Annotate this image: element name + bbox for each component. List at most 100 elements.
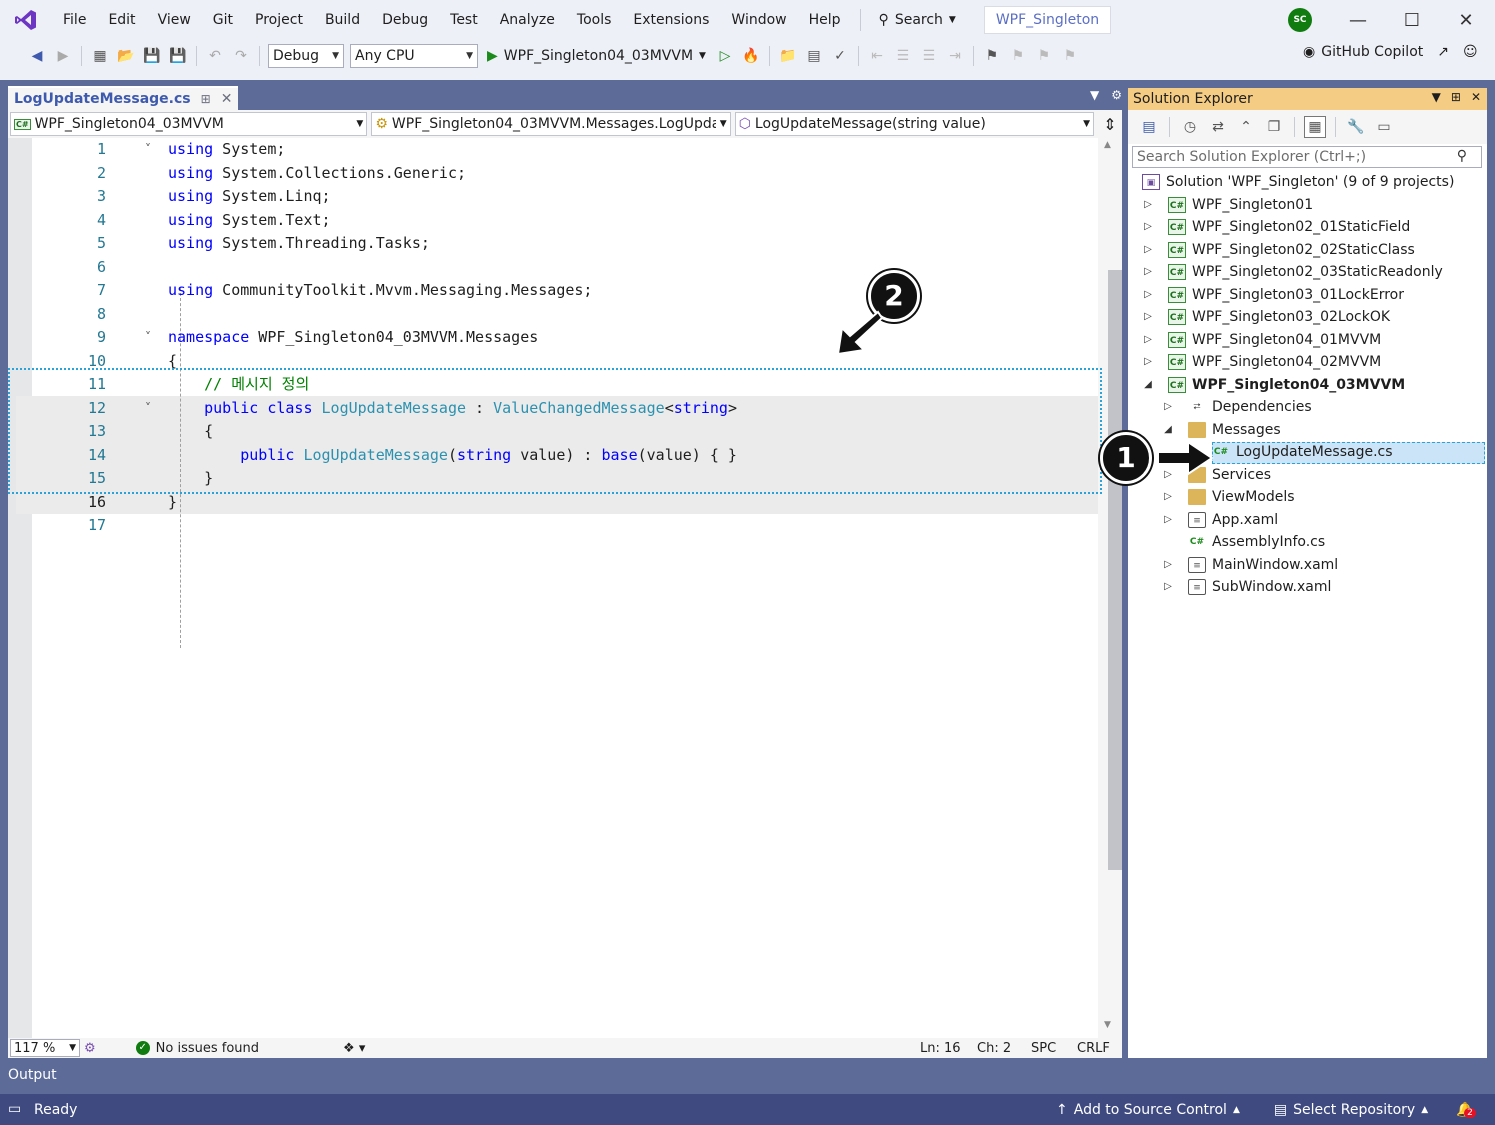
- code-line[interactable]: 9 ˅ namespace WPF_Singleton04_03MVVM.Messa…: [32, 326, 1098, 350]
- menu-test[interactable]: Test: [439, 0, 489, 40]
- project-dropdown[interactable]: C# WPF_Singleton04_03MVVM ▼: [10, 112, 368, 136]
- code-line[interactable]: 7 using CommunityToolkit.Mvvm.Messaging.M…: [32, 279, 1098, 303]
- code-text-area[interactable]: 1 ˅ using System; 2 using System.Collections…: [16, 138, 1100, 1038]
- close-window-button[interactable]: ✕: [1439, 0, 1493, 40]
- expand-arrow-icon[interactable]: ▷: [1142, 306, 1154, 329]
- copy-icon[interactable]: ❐: [1263, 116, 1285, 138]
- code-line[interactable]: 2 using System.Collections.Generic;: [32, 162, 1098, 186]
- undo-icon[interactable]: ↶: [204, 45, 226, 67]
- tree-project-active[interactable]: ◢ C# WPF_Singleton04_03MVVM: [1128, 374, 1487, 397]
- code-line[interactable]: 16}: [32, 491, 1098, 515]
- scrollbar-thumb[interactable]: [1108, 270, 1122, 870]
- code-line[interactable]: 8: [32, 303, 1098, 327]
- collapse-all-icon[interactable]: ⌃: [1235, 116, 1257, 138]
- menu-tools[interactable]: Tools: [566, 0, 623, 40]
- new-project-icon[interactable]: ▦: [89, 45, 111, 67]
- code-cleanup-icon[interactable]: ❖ ▾: [343, 1041, 365, 1056]
- menu-project[interactable]: Project: [244, 0, 314, 40]
- close-icon[interactable]: ✕: [221, 91, 233, 107]
- column-number[interactable]: Ch: 2: [977, 1041, 1011, 1056]
- wrench-icon[interactable]: 🔧: [1345, 116, 1367, 138]
- code-line[interactable]: 1 ˅ using System;: [32, 138, 1098, 162]
- history-icon[interactable]: ◷: [1179, 116, 1201, 138]
- expand-arrow-icon[interactable]: ▷: [1162, 576, 1174, 599]
- tree-project[interactable]: ▷ C# WPF_Singleton02_03StaticReadonly: [1128, 261, 1487, 284]
- redo-icon[interactable]: ↷: [230, 45, 252, 67]
- code-line[interactable]: 17: [32, 514, 1098, 538]
- expand-arrow-icon[interactable]: ▷: [1142, 194, 1154, 217]
- tree-project[interactable]: ▷ C# WPF_Singleton03_02LockOK: [1128, 306, 1487, 329]
- add-to-source-control-button[interactable]: Add to Source Control: [1074, 1102, 1227, 1118]
- clear-bookmarks-icon[interactable]: ⚑: [1059, 45, 1081, 67]
- maximize-button[interactable]: ☐: [1385, 0, 1439, 40]
- solution-search-input[interactable]: Search Solution Explorer (Ctrl+;) ⚲: [1132, 146, 1482, 168]
- member-dropdown[interactable]: ⬡ LogUpdateMessage(string value) ▼: [734, 112, 1095, 136]
- tree-item[interactable]: ▷ ⮂ Dependencies: [1128, 396, 1487, 419]
- code-line[interactable]: 6: [32, 256, 1098, 280]
- save-icon[interactable]: 💾: [141, 45, 163, 67]
- collapse-arrow-icon[interactable]: ◢: [1162, 419, 1174, 442]
- tree-project[interactable]: ▷ C# WPF_Singleton02_02StaticClass: [1128, 239, 1487, 262]
- expand-arrow-icon[interactable]: ▷: [1162, 554, 1174, 577]
- whitespace-mode[interactable]: SPC: [1031, 1041, 1056, 1056]
- preview-icon[interactable]: ▭: [1373, 116, 1395, 138]
- navigate-back-icon[interactable]: ◀: [26, 45, 48, 67]
- switch-views-icon[interactable]: ▤: [1138, 116, 1160, 138]
- fold-chevron-icon[interactable]: ˅: [140, 138, 156, 162]
- sync-icon[interactable]: ⇄: [1207, 116, 1229, 138]
- prev-bookmark-icon[interactable]: ⚑: [1007, 45, 1029, 67]
- spell-check-icon[interactable]: ✓: [829, 45, 851, 67]
- menu-debug[interactable]: Debug: [371, 0, 439, 40]
- expand-arrow-icon[interactable]: ▷: [1142, 329, 1154, 352]
- collapse-arrow-icon[interactable]: ◢: [1142, 374, 1154, 397]
- start-without-debugging-icon[interactable]: ▷: [714, 45, 736, 67]
- expand-arrow-icon[interactable]: ▷: [1142, 284, 1154, 307]
- expand-arrow-icon[interactable]: ▷: [1162, 486, 1174, 509]
- tree-project[interactable]: ▷ C# WPF_Singleton02_01StaticField: [1128, 216, 1487, 239]
- layout-icon[interactable]: ▤: [803, 45, 825, 67]
- pin-icon[interactable]: ⊞: [201, 92, 211, 106]
- menu-build[interactable]: Build: [314, 0, 371, 40]
- expand-arrow-icon[interactable]: ▷: [1142, 239, 1154, 262]
- scroll-up-icon[interactable]: ▲: [1104, 140, 1111, 150]
- menu-edit[interactable]: Edit: [97, 0, 146, 40]
- chevron-down-icon[interactable]: ▼: [1432, 90, 1441, 104]
- code-line[interactable]: 4 using System.Text;: [32, 209, 1098, 233]
- tree-item[interactable]: ▷ ≡ SubWindow.xaml: [1128, 576, 1487, 599]
- expand-arrow-icon[interactable]: ▷: [1162, 396, 1174, 419]
- split-editor-icon[interactable]: ⇕: [1098, 115, 1122, 134]
- tree-item[interactable]: ▷ ≡ MainWindow.xaml: [1128, 554, 1487, 577]
- menu-analyze[interactable]: Analyze: [489, 0, 566, 40]
- menu-help[interactable]: Help: [798, 0, 852, 40]
- comment-icon[interactable]: ☰: [892, 45, 914, 67]
- fold-chevron-icon[interactable]: ˅: [140, 326, 156, 350]
- tab-logupdatemessage-cs[interactable]: LogUpdateMessage.cs ⊞ ✕: [8, 86, 239, 110]
- tree-item[interactable]: C# AssemblyInfo.cs: [1128, 531, 1487, 554]
- menu-file[interactable]: File: [52, 0, 97, 40]
- platform-select[interactable]: Any CPU ▼: [350, 44, 478, 68]
- tree-solution[interactable]: ▣ Solution 'WPF_Singleton' (9 of 9 projec…: [1128, 171, 1487, 194]
- chevron-down-icon[interactable]: ▼: [1090, 88, 1099, 102]
- open-folder-icon[interactable]: 📂: [115, 45, 137, 67]
- menu-extensions[interactable]: Extensions: [622, 0, 720, 40]
- code-line[interactable]: 5 using System.Threading.Tasks;: [32, 232, 1098, 256]
- start-debugging-button[interactable]: ▶ WPF_Singleton04_03MVVM ▼: [487, 48, 706, 64]
- menu-git[interactable]: Git: [202, 0, 244, 40]
- tree-item[interactable]: ▷ ViewModels: [1128, 486, 1487, 509]
- health-icon[interactable]: ⚙: [84, 1041, 96, 1056]
- select-repository-button[interactable]: Select Repository: [1293, 1102, 1415, 1118]
- close-icon[interactable]: ✕: [1471, 90, 1481, 104]
- pin-icon[interactable]: ⊞: [1451, 90, 1461, 104]
- save-all-icon[interactable]: 💾: [167, 45, 189, 67]
- share-icon[interactable]: ↗: [1437, 44, 1449, 60]
- line-ending[interactable]: CRLF: [1077, 1041, 1110, 1056]
- navigate-forward-icon[interactable]: ▶: [52, 45, 74, 67]
- menu-window[interactable]: Window: [720, 0, 797, 40]
- expand-arrow-icon[interactable]: ▷: [1162, 509, 1174, 532]
- output-panel-tab[interactable]: Output: [0, 1062, 1495, 1094]
- tree-project[interactable]: ▷ C# WPF_Singleton01: [1128, 194, 1487, 217]
- bookmark-icon[interactable]: ⚑: [981, 45, 1003, 67]
- notification-bell-icon[interactable]: 🔔2: [1456, 1102, 1476, 1118]
- zoom-select[interactable]: 117 % ▼: [10, 1039, 80, 1057]
- gear-icon[interactable]: ⚙: [1111, 88, 1122, 102]
